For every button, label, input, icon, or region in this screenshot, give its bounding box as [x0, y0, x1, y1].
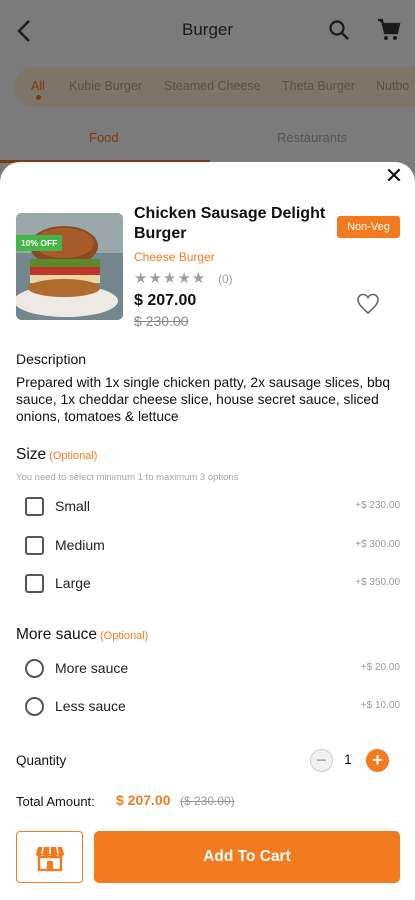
category-chips: All Kubie Burger Steamed Cheese Theta Bu… — [14, 67, 415, 107]
category-chip[interactable]: Nutbo — [376, 79, 409, 93]
app-header: Burger — [0, 0, 415, 60]
product-name: Chicken Sausage Delight Burger — [134, 205, 326, 242]
checkbox[interactable] — [25, 536, 44, 555]
radio-button[interactable] — [25, 659, 44, 678]
cart-icon[interactable] — [376, 17, 402, 43]
description-heading: Description — [16, 351, 87, 367]
size-title: Size — [16, 446, 47, 463]
option-price: +$ 230.00 — [355, 500, 400, 511]
sauce-option-more[interactable]: More sauce +$ 20.00 — [25, 658, 400, 680]
total-amount-price: $ 207.00 — [116, 792, 171, 808]
option-label: Small — [55, 498, 91, 514]
search-icon[interactable] — [327, 18, 351, 42]
active-category-dot — [36, 95, 41, 100]
discount-badge: 10% OFF — [16, 235, 63, 251]
rating-stars: ★★★★★ — [134, 270, 207, 287]
radio-button[interactable] — [25, 697, 44, 716]
option-price: +$ 20.00 — [360, 662, 400, 673]
quantity-label: Quantity — [16, 753, 67, 768]
close-icon[interactable]: ✕ — [383, 165, 405, 188]
quantity-decrease-button[interactable]: − — [310, 749, 333, 772]
product-image: 10% OFF — [16, 213, 123, 320]
product-category: Cheese Burger — [134, 250, 215, 264]
diet-badge: Non-Veg — [337, 216, 400, 238]
rating-count: (0) — [218, 272, 233, 286]
total-amount-old-price: ($ 230.00) — [180, 794, 235, 808]
checkbox[interactable] — [25, 574, 44, 593]
product-old-price: $ 230.00 — [134, 313, 189, 329]
tab-restaurants[interactable]: Restaurants — [277, 130, 347, 145]
option-label: Large — [55, 575, 91, 591]
quantity-value: 1 — [344, 751, 352, 767]
size-section-title: Size (Optional) — [16, 446, 97, 464]
store-icon — [35, 846, 65, 872]
heart-outline-icon[interactable] — [356, 293, 380, 315]
size-option-medium[interactable]: Medium +$ 300.00 — [25, 535, 400, 557]
size-option-small[interactable]: Small +$ 230.00 — [25, 496, 400, 518]
category-chip[interactable]: Theta Burger — [282, 79, 355, 93]
size-option-large[interactable]: Large +$ 350.00 — [25, 573, 400, 595]
background-page: Burger All Kubie Burger Steamed Cheese T… — [0, 0, 415, 180]
sauce-option-less[interactable]: Less sauce +$ 10.00 — [25, 696, 400, 718]
optional-label: (Optional) — [49, 450, 98, 462]
total-amount-label: Total Amount: — [16, 794, 95, 809]
option-label: More sauce — [55, 660, 129, 676]
page-title: Burger — [181, 20, 234, 39]
option-label: Less sauce — [55, 698, 126, 714]
option-price: +$ 10.00 — [360, 700, 400, 711]
category-chip[interactable]: Steamed Cheese — [164, 79, 261, 93]
checkbox[interactable] — [25, 497, 44, 516]
quantity-increase-button[interactable]: + — [366, 749, 389, 772]
tab-food[interactable]: Food — [89, 130, 119, 145]
sauce-title: More sauce — [16, 626, 97, 643]
product-bottom-sheet: ✕ 10% OFF Chicken Sausage Delight Burger… — [0, 162, 415, 900]
option-price: +$ 300.00 — [355, 539, 400, 550]
sauce-section-title: More sauce (Optional) — [16, 626, 148, 644]
description-text: Prepared with 1x single chicken patty, 2… — [16, 375, 390, 424]
category-chip[interactable]: Kubie Burger — [69, 79, 142, 93]
category-chip-all[interactable]: All — [31, 79, 45, 93]
add-to-cart-button[interactable]: Add To Cart — [94, 831, 400, 883]
size-hint: You need to select minimum 1 to maximum … — [16, 472, 239, 483]
optional-label: (Optional) — [99, 630, 149, 642]
option-price: +$ 350.00 — [355, 577, 400, 588]
option-label: Medium — [55, 537, 105, 553]
product-price: $ 207.00 — [134, 292, 197, 309]
store-button[interactable] — [16, 831, 83, 883]
